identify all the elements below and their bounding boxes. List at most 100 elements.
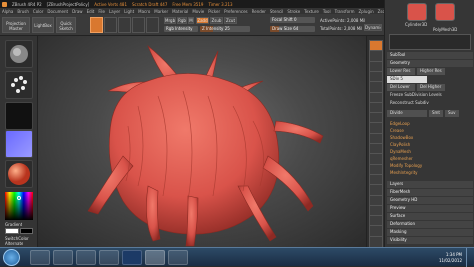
menu-draw[interactable]: Draw [72,9,82,14]
claypolish-section[interactable]: ClayPolish [387,142,473,149]
menu-preferences[interactable]: Preferences [224,9,248,14]
taskbar-app-zbrush[interactable] [145,250,165,265]
geometry-section[interactable]: Geometry [387,60,473,67]
gradient-label[interactable]: Gradient [5,222,22,227]
modify-topology-section[interactable]: Modify Topology [387,163,473,170]
zsub-button[interactable]: Zsub [210,17,223,24]
hair-sculpt-model[interactable] [38,36,366,247]
polymesh3d-label: PolyMesh3D [433,27,458,32]
menu-stroke[interactable]: Stroke [287,9,300,14]
document-canvas[interactable] [38,36,366,247]
show-desktop-button[interactable] [466,248,474,267]
menu-color[interactable]: Color [33,9,43,14]
reconstruct-subdiv[interactable]: Reconstruct Subdiv [387,100,473,107]
freeze-subdivision-levels[interactable]: Freeze SubDivision Levels [387,92,473,99]
texture-selector[interactable] [5,130,33,158]
taskbar-app-firefox[interactable] [168,250,188,265]
viewport-tool-xpose[interactable] [369,235,383,248]
taskbar-app-explorer[interactable] [30,250,50,265]
menu-file[interactable]: File [98,9,105,14]
rgb-button[interactable]: Rgb [177,17,187,24]
menu-zplugin[interactable]: Zplugin [359,9,374,14]
secondary-color-swatch[interactable] [20,228,33,234]
taskbar-app-photoshop[interactable] [122,250,142,265]
subtool-section[interactable]: SubTool [387,52,473,59]
layers-section[interactable]: Layers [387,181,473,188]
menu-layer[interactable]: Layer [109,9,120,14]
m-button[interactable]: M [188,17,194,24]
higher-res-button[interactable]: Higher Res [417,68,445,75]
tool-thumbs-strip[interactable] [389,34,471,50]
projection-master-button[interactable]: Projection Master [2,17,30,33]
del-lower-button[interactable]: Del Lower [387,84,415,91]
del-higher-button[interactable]: Del Higher [417,84,445,91]
dynamic-button[interactable]: Dynamic [364,24,382,31]
menu-texture[interactable]: Texture [304,9,319,14]
quick-sketch-button[interactable]: Quick Sketch [56,17,76,33]
timer: Timer 3.213 [208,1,233,7]
zadd-button[interactable]: Zadd [196,17,209,24]
menu-movie[interactable]: Movie [192,9,204,14]
menu-stencil[interactable]: Stencil [270,9,284,14]
rgb-intensity-slider[interactable]: Rgb Intensity [164,26,198,32]
zcut-button[interactable]: Zcut [224,17,237,24]
meshintegrity-section[interactable]: MeshIntegrity [387,170,473,177]
z-intensity-slider[interactable]: Z Intensity 25 [200,26,250,32]
menu-tool[interactable]: Tool [323,9,331,14]
active-points-readout: ActivePoints: 2,008 Mil [320,18,366,23]
color-picker-cursor-icon [17,196,21,200]
menu-brush[interactable]: Brush [17,9,29,14]
clock-time[interactable]: 1:34 PM [446,252,462,257]
move-mode-button[interactable] [118,17,131,33]
focal-shift-slider[interactable]: Focal Shift 0 [270,17,315,23]
shadowbox-section[interactable]: ShadowBox [387,135,473,142]
main-color-swatch[interactable] [5,228,19,234]
fibermesh-section[interactable]: FiberMesh [387,189,473,196]
menu-marker[interactable]: Marker [154,9,168,14]
menu-edit[interactable]: Edit [87,9,95,14]
smt-button[interactable]: Smt [429,110,443,117]
masking-section[interactable]: Masking [387,229,473,236]
cylinder3d-thumb[interactable] [407,3,427,21]
menu-light[interactable]: Light [124,9,134,14]
clock-date[interactable]: 11/02/2012 [439,258,462,263]
crease-section[interactable]: Crease [387,128,473,135]
start-button[interactable] [3,249,20,266]
rotate-mode-button[interactable] [146,17,159,33]
visibility-section[interactable]: Visibility [387,237,473,244]
menu-document[interactable]: Document [47,9,68,14]
qremesher-section[interactable]: qRemesher [387,156,473,163]
geometry-hd-section[interactable]: Geometry HD [387,197,473,204]
draw-mode-button[interactable] [104,17,117,33]
scale-mode-button[interactable] [132,17,145,33]
draw-size-slider[interactable]: Draw Size 64 [270,26,315,32]
menu-render[interactable]: Render [252,9,266,14]
alternate-label[interactable]: Alternate [5,241,23,246]
deformation-section[interactable]: Deformation [387,221,473,228]
surface-section[interactable]: Surface [387,213,473,220]
divide-button[interactable]: Divide [387,110,427,117]
taskbar-app-folder[interactable] [76,250,96,265]
mrgb-button[interactable]: Mrgb [164,17,176,24]
menu-macro[interactable]: Macro [138,9,150,14]
menu-transform[interactable]: Transform [335,9,355,14]
alpha-selector[interactable] [5,102,33,130]
lower-res-button[interactable]: Lower Res [387,68,415,75]
taskbar-app-media[interactable] [53,250,73,265]
stroke-selector[interactable] [5,71,33,99]
suv-button[interactable]: Suv [445,110,459,117]
preview-section[interactable]: Preview [387,205,473,212]
menu-alpha[interactable]: Alpha [2,9,13,14]
edgeloop-section[interactable]: EdgeLoop [387,121,473,128]
taskbar-app-chrome[interactable] [99,250,119,265]
polymesh3d-thumb[interactable] [435,3,455,21]
edit-mode-button[interactable] [90,17,103,33]
menu-material[interactable]: Material [172,9,188,14]
color-picker[interactable] [5,192,33,220]
menu-picker[interactable]: Picker [208,9,220,14]
sdiv-slider[interactable]: SDiv 5 [387,76,427,83]
brush-selector[interactable] [5,40,33,68]
material-selector[interactable] [5,160,33,188]
dynamesh-section[interactable]: DynaMesh [387,149,473,156]
lightbox-button[interactable]: LightBox [32,17,54,33]
